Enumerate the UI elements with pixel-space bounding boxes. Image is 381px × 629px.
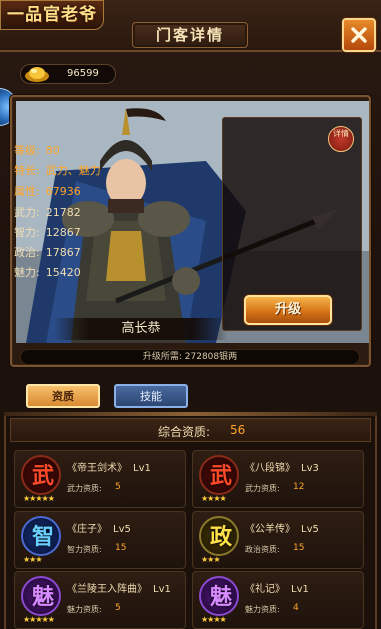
stat-value: 21782 [45, 206, 81, 219]
book-name: 《帝王剑术》 [67, 463, 127, 474]
stat-label: 特长: [14, 164, 40, 177]
charm-badge-icon: 魅 [199, 576, 239, 616]
stat-value: 17867 [45, 246, 81, 259]
stat-intellect: 智力: 12867 [14, 224, 81, 240]
badge-glyph: 智 [31, 524, 54, 550]
star-rating: ★★★ [23, 555, 42, 564]
aptitude-stat-label: 魅力资质: [67, 605, 102, 614]
force-badge-icon: 武 [21, 455, 61, 495]
stat-value: 15420 [45, 266, 81, 279]
stat-charm: 魅力: 15420 [14, 264, 81, 280]
book-title: 《礼记》 Lv1 [245, 580, 309, 595]
star-rating: ★★★ [201, 555, 220, 564]
book-title: 《庄子》 Lv5 [67, 520, 131, 535]
stat-value: 武力、魅力 [45, 164, 101, 177]
close-x-icon [351, 27, 367, 43]
silver-balance: 96599 [20, 64, 116, 84]
aptitude-total-value: 56 [230, 423, 246, 437]
aptitude-stat-value: 4 [293, 603, 299, 613]
stat-politics: 政治: 17867 [14, 244, 81, 260]
stat-label: 政治: [14, 246, 40, 259]
book-name: 《兰陵王入阵曲》 [67, 584, 147, 595]
upgrade-button[interactable]: 升级 [244, 295, 332, 325]
book-level: Lv5 [113, 524, 131, 535]
stat-label: 智力: [14, 226, 40, 239]
stat-value: 67936 [45, 185, 81, 198]
aptitude-total-label: 综合资质: [158, 425, 211, 439]
game-logo: 一品官老爷 [0, 0, 104, 30]
star-rating: ★★★★ [201, 615, 227, 624]
stat-label: 武力: [14, 206, 40, 219]
book-title: 《八段锦》 Lv3 [245, 459, 319, 474]
tab-skills[interactable]: 技能 [114, 384, 188, 408]
upgrade-cost-bar: 升级所需: 272808银两 [20, 349, 360, 365]
hero-name: 高长恭 [121, 321, 161, 336]
aptitude-card[interactable]: 魅 ★★★★ 《礼记》 Lv1 魅力资质: 4 [192, 571, 364, 629]
stat-attribute: 属性: 67936 [14, 183, 81, 199]
silver-ingot-icon [25, 67, 49, 82]
book-level: Lv1 [291, 584, 309, 595]
tab-aptitude[interactable]: 资质 [26, 384, 100, 408]
book-title: 《公羊传》 Lv5 [245, 520, 319, 535]
aptitude-stat-label: 智力资质: [67, 545, 102, 554]
book-name: 《公羊传》 [245, 524, 295, 535]
badge-glyph: 魅 [31, 584, 54, 610]
badge-glyph: 魅 [209, 584, 232, 610]
upgrade-cost-text: 升级所需: 272808银两 [142, 352, 238, 362]
aptitude-card[interactable]: 魅 ★★★★★ 《兰陵王入阵曲》 Lv1 魅力资质: 5 [14, 571, 186, 629]
badge-glyph: 武 [209, 463, 232, 489]
aptitude-stat-value: 15 [293, 543, 305, 553]
book-name: 《礼记》 [245, 584, 285, 595]
title-plate: 门客详情 [132, 22, 248, 48]
stat-label: 魅力: [14, 266, 40, 279]
page-title: 门客详情 [155, 26, 224, 44]
badge-glyph: 政 [209, 524, 232, 550]
star-rating: ★★★★★ [23, 615, 55, 624]
hero-name-bar: 高长恭 [54, 318, 228, 340]
stat-level: 等级: 80 [14, 142, 60, 158]
intellect-badge-icon: 智 [21, 516, 61, 556]
stat-label: 等级: [14, 144, 40, 157]
star-rating: ★★★★ [201, 494, 227, 503]
hero-detail-screen: 一品官老爷 门客详情 96599 高长恭 等级: 80 特长: 武力、魅力 属性… [0, 0, 381, 629]
aptitude-stat-value: 5 [115, 482, 121, 492]
stat-value: 80 [45, 144, 60, 157]
book-level: Lv5 [301, 524, 319, 535]
aptitude-stat-label: 魅力资质: [245, 605, 280, 614]
book-level: Lv1 [153, 584, 171, 595]
detail-seal-button[interactable]: 详情 [328, 126, 354, 152]
close-button[interactable] [342, 18, 376, 52]
aptitude-stat-label: 武力资质: [67, 484, 102, 493]
aptitude-stat-label: 武力资质: [245, 484, 280, 493]
aptitude-stat-value: 15 [115, 543, 127, 553]
book-name: 《八段锦》 [245, 463, 295, 474]
stat-value: 12867 [45, 226, 81, 239]
aptitude-stat-value: 5 [115, 603, 121, 613]
force-badge-icon: 武 [199, 455, 239, 495]
book-title: 《兰陵王入阵曲》 Lv1 [67, 580, 171, 595]
silver-amount: 96599 [67, 68, 99, 79]
book-name: 《庄子》 [67, 524, 107, 535]
badge-glyph: 武 [31, 463, 54, 489]
book-title: 《帝王剑术》 Lv1 [67, 459, 151, 474]
book-level: Lv1 [133, 463, 151, 474]
book-level: Lv3 [301, 463, 319, 474]
star-rating: ★★★★★ [23, 494, 55, 503]
aptitude-card[interactable]: 智 ★★★ 《庄子》 Lv5 智力资质: 15 [14, 511, 186, 569]
politics-badge-icon: 政 [199, 516, 239, 556]
stat-label: 属性: [14, 185, 40, 198]
aptitude-card[interactable]: 武 ★★★★★ 《帝王剑术》 Lv1 武力资质: 5 [14, 450, 186, 508]
aptitude-card[interactable]: 政 ★★★ 《公羊传》 Lv5 政治资质: 15 [192, 511, 364, 569]
aptitude-stat-label: 政治资质: [245, 545, 280, 554]
stat-force: 武力: 21782 [14, 204, 81, 220]
stat-specialty: 特长: 武力、魅力 [14, 162, 101, 178]
aptitude-card[interactable]: 武 ★★★★ 《八段锦》 Lv3 武力资质: 12 [192, 450, 364, 508]
charm-badge-icon: 魅 [21, 576, 61, 616]
aptitude-stat-value: 12 [293, 482, 305, 492]
